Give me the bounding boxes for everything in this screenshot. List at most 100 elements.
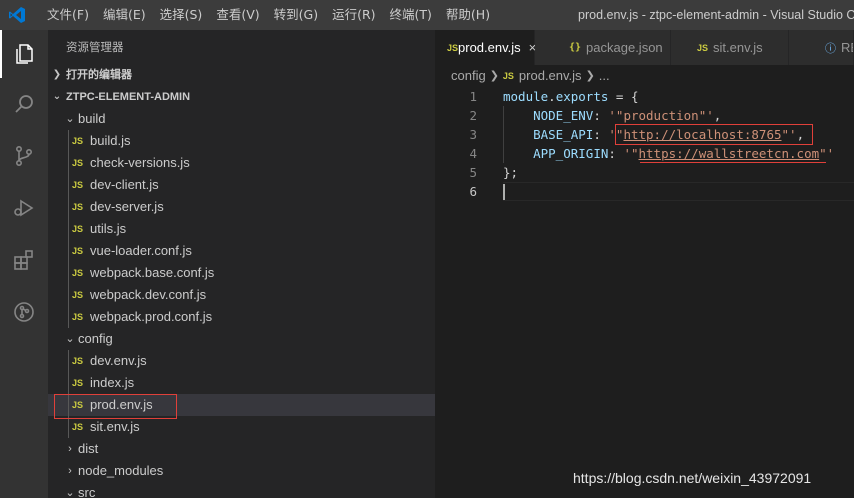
menu-terminal[interactable]: 终端(T) xyxy=(383,0,439,30)
line-number: 4 xyxy=(469,146,477,161)
file-sit-env-js[interactable]: JS sit.env.js xyxy=(48,416,435,438)
tab-label: sit.env.js xyxy=(713,40,763,55)
file-vue-loader-conf-js[interactable]: JS vue-loader.conf.js xyxy=(48,240,435,262)
menu-file[interactable]: 文件(F) xyxy=(40,0,96,30)
project-label: ZTPC-ELEMENT-ADMIN xyxy=(66,91,191,103)
js-file-icon: JS xyxy=(502,71,514,81)
js-file-icon: JS xyxy=(72,422,84,432)
code-token: , xyxy=(713,108,722,123)
tab-label: README.md xyxy=(841,40,853,55)
file-dev-env-js[interactable]: JS dev.env.js xyxy=(48,350,435,372)
file-webpack-prod-conf-js[interactable]: JS webpack.prod.conf.js xyxy=(48,306,435,328)
file-label: build.js xyxy=(90,133,131,148)
json-file-icon: {} xyxy=(569,42,582,53)
menu-selection[interactable]: 选择(S) xyxy=(153,0,210,30)
open-editors-label: 打开的编辑器 xyxy=(66,69,132,81)
js-file-icon: JS xyxy=(72,202,84,212)
js-file-icon: JS xyxy=(72,312,84,322)
indent-guide xyxy=(68,306,69,328)
line-content: NODE_ENV: '"production"', xyxy=(503,106,721,125)
sidebar-title: 资源管理器 xyxy=(66,40,124,54)
editor-area: JS prod.env.js × {} package.json JS sit.… xyxy=(435,30,854,498)
highlight-box xyxy=(54,394,177,419)
indent-guide xyxy=(68,152,69,174)
file-webpack-base-conf-js[interactable]: JS webpack.base.conf.js xyxy=(48,262,435,284)
folder-src[interactable]: ⌄ src xyxy=(48,482,435,498)
tab-label: prod.env.js xyxy=(458,40,521,55)
file-label: dev-client.js xyxy=(90,177,159,192)
folder-dist[interactable]: › dist xyxy=(48,438,435,460)
code-token: NODE_ENV xyxy=(533,108,594,123)
menu-view[interactable]: 查看(V) xyxy=(209,0,266,30)
watermark: https://blog.csdn.net/weixin_43972091 xyxy=(573,470,812,486)
folder-build[interactable]: ⌄ build xyxy=(48,108,435,130)
highlight-underline xyxy=(640,143,826,163)
js-file-icon: JS xyxy=(72,180,84,190)
run-debug-icon[interactable] xyxy=(0,184,48,232)
vscode-logo-icon xyxy=(0,0,34,30)
git-icon[interactable] xyxy=(0,288,48,336)
indent-guide xyxy=(68,416,69,438)
file-dev-client-js[interactable]: JS dev-client.js xyxy=(48,174,435,196)
source-control-icon[interactable] xyxy=(0,132,48,180)
code-line: 2 NODE_ENV: '"production"', xyxy=(435,106,854,125)
tab-package-json[interactable]: {} package.json xyxy=(535,30,671,65)
explorer-icon[interactable] xyxy=(0,30,48,78)
code-token: '"production"' xyxy=(608,108,714,123)
line-number: 1 xyxy=(469,89,477,104)
file-dev-server-js[interactable]: JS dev-server.js xyxy=(48,196,435,218)
indent-guide xyxy=(68,196,69,218)
file-label: check-versions.js xyxy=(90,155,190,170)
chevron-right-icon: › xyxy=(68,465,72,477)
breadcrumb-more[interactable]: ... xyxy=(599,65,610,87)
js-file-icon: JS xyxy=(72,268,84,278)
file-label: webpack.prod.conf.js xyxy=(90,309,213,324)
chevron-right-icon: › xyxy=(68,443,72,455)
extensions-icon[interactable] xyxy=(0,236,48,284)
info-icon: ⓘ xyxy=(825,42,836,55)
file-utils-js[interactable]: JS utils.js xyxy=(48,218,435,240)
file-label: index.js xyxy=(90,375,135,390)
window-title: prod.env.js - ztpc-element-admin - Visua… xyxy=(578,8,854,22)
title-bar: 文件(F) 编辑(E) 选择(S) 查看(V) 转到(G) 运行(R) 终端(T… xyxy=(0,0,854,30)
code-token: : xyxy=(593,127,609,142)
menu-run[interactable]: 运行(R) xyxy=(325,0,382,30)
indent-guide xyxy=(68,174,69,196)
file-label: utils.js xyxy=(90,221,127,236)
tab-sit-env-js[interactable]: JS sit.env.js xyxy=(671,30,789,65)
text-cursor xyxy=(503,184,505,200)
activity-bar xyxy=(0,30,48,498)
project-section[interactable]: ⌄ ZTPC-ELEMENT-ADMIN xyxy=(48,86,435,108)
chevron-down-icon: ⌄ xyxy=(65,113,75,125)
folder-config[interactable]: ⌄ config xyxy=(48,328,435,350)
indent-guide xyxy=(68,130,69,152)
tab-readme-md[interactable]: ⓘ README.md xyxy=(789,30,854,65)
js-file-icon: JS xyxy=(72,158,84,168)
menu-go[interactable]: 转到(G) xyxy=(267,0,325,30)
file-build-js[interactable]: JS build.js xyxy=(48,130,435,152)
indent-guide xyxy=(68,262,69,284)
tab-label: package.json xyxy=(586,40,663,55)
line-number: 2 xyxy=(469,108,477,123)
folder-node-modules[interactable]: › node_modules xyxy=(48,460,435,482)
search-icon[interactable] xyxy=(0,80,48,128)
file-webpack-dev-conf-js[interactable]: JS webpack.dev.conf.js xyxy=(48,284,435,306)
breadcrumb-file[interactable]: prod.env.js xyxy=(519,65,582,87)
line-content: }; xyxy=(503,165,519,180)
menu-edit[interactable]: 编辑(E) xyxy=(96,0,153,30)
line-content: module.exports = { xyxy=(503,87,638,106)
code-token: module xyxy=(503,89,549,104)
js-file-icon: JS xyxy=(72,224,84,234)
file-index-js[interactable]: JS index.js xyxy=(48,372,435,394)
indent-guide xyxy=(68,284,69,306)
tab-prod-env-js[interactable]: JS prod.env.js × xyxy=(435,30,536,65)
menu-help[interactable]: 帮助(H) xyxy=(439,0,497,30)
menu-bar: 文件(F) 编辑(E) 选择(S) 查看(V) 转到(G) 运行(R) 终端(T… xyxy=(40,0,497,30)
file-label: webpack.dev.conf.js xyxy=(90,287,207,302)
js-file-icon: JS xyxy=(697,42,709,53)
breadcrumb-folder[interactable]: config xyxy=(451,65,486,87)
file-check-versions-js[interactable]: JS check-versions.js xyxy=(48,152,435,174)
highlight-box xyxy=(615,124,813,145)
open-editors-section[interactable]: ❯ 打开的编辑器 xyxy=(48,64,435,86)
code-line: 5 }; xyxy=(435,163,854,182)
